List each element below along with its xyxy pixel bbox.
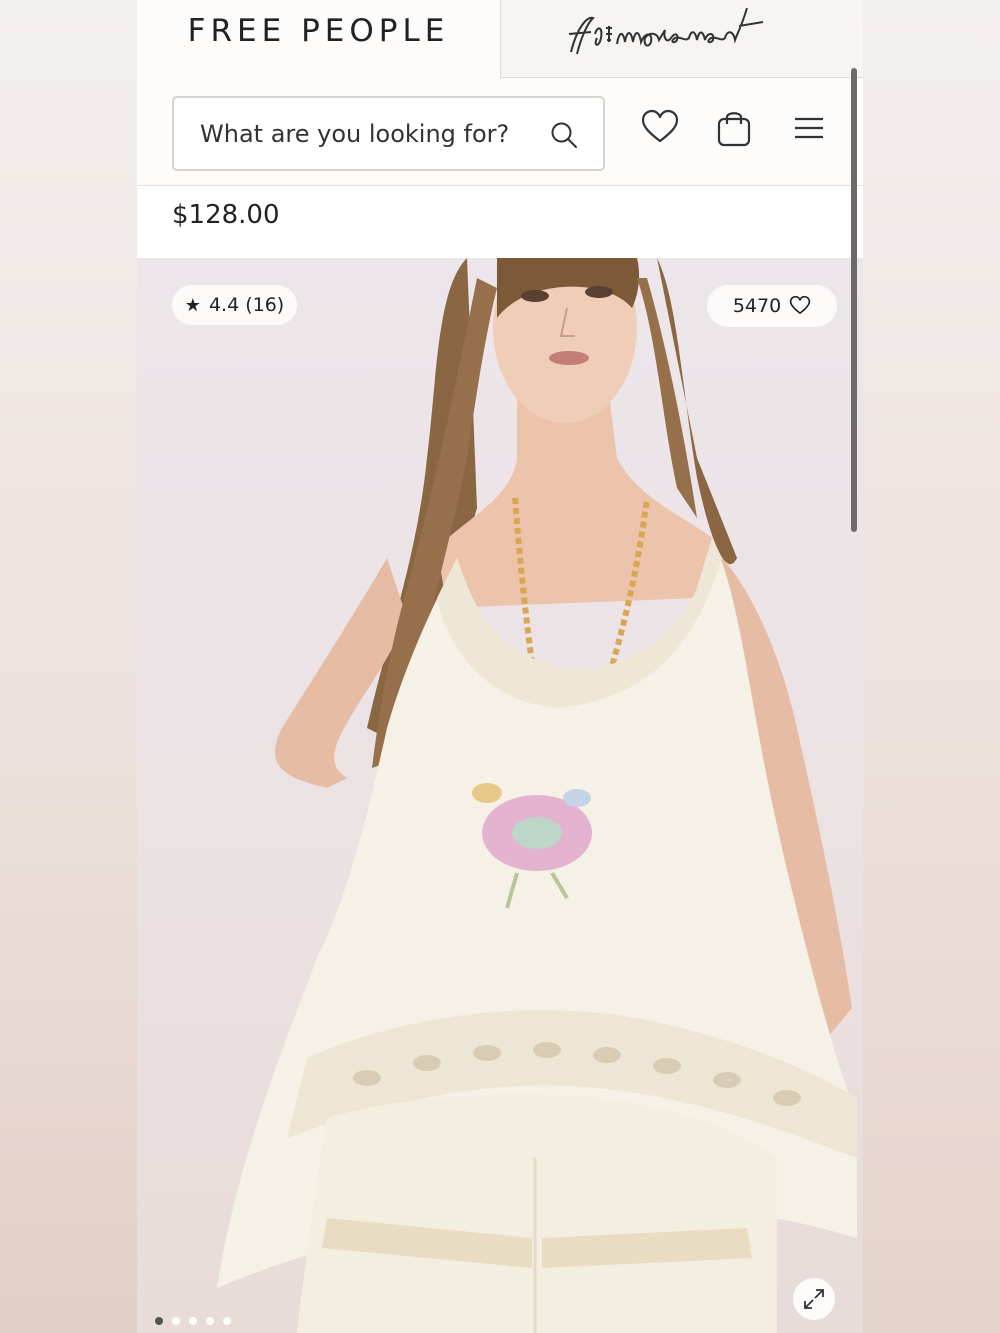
scrollbar[interactable]	[851, 68, 857, 532]
brand-switcher: FREE PEOPLE	[137, 0, 863, 78]
price-row: $128.00	[137, 186, 863, 258]
carousel-dot[interactable]	[223, 1317, 231, 1325]
carousel-pagination	[155, 1317, 231, 1325]
carousel-dot[interactable]	[189, 1317, 197, 1325]
search-icon[interactable]	[549, 120, 579, 150]
carousel-dot[interactable]	[206, 1317, 214, 1325]
likes-count: 5470	[732, 295, 782, 317]
expand-icon	[804, 1289, 824, 1309]
free-people-logo-tab[interactable]: FREE PEOPLE	[137, 0, 500, 78]
product-price: $128.00	[172, 200, 280, 230]
site-header	[137, 78, 863, 186]
expand-image-button[interactable]	[793, 1278, 835, 1320]
carousel-dot[interactable]	[172, 1317, 180, 1325]
star-icon: ★	[184, 294, 201, 316]
search-input[interactable]	[200, 98, 540, 169]
heart-icon	[789, 295, 811, 314]
search-box[interactable]	[172, 96, 605, 171]
fp-movement-logo	[568, 7, 764, 54]
rating-text: 4.4 (16)	[208, 294, 285, 316]
hamburger-menu-icon[interactable]	[789, 108, 829, 148]
heart-icon[interactable]	[640, 108, 680, 148]
product-image-carousel[interactable]: ★ 4.4 (16) 5470	[137, 258, 863, 1333]
wishlist-count-button[interactable]: 5470	[707, 285, 837, 327]
carousel-dot[interactable]	[155, 1317, 163, 1325]
left-backdrop	[0, 0, 137, 1333]
mobile-page: FREE PEOPLE What are you looking for? $1…	[137, 0, 863, 1333]
right-backdrop	[863, 0, 1000, 1333]
fp-movement-logo-tab[interactable]	[500, 0, 863, 78]
product-photo	[217, 258, 857, 1333]
shopping-bag-icon[interactable]	[714, 108, 754, 148]
rating-badge[interactable]: ★ 4.4 (16)	[172, 285, 297, 325]
